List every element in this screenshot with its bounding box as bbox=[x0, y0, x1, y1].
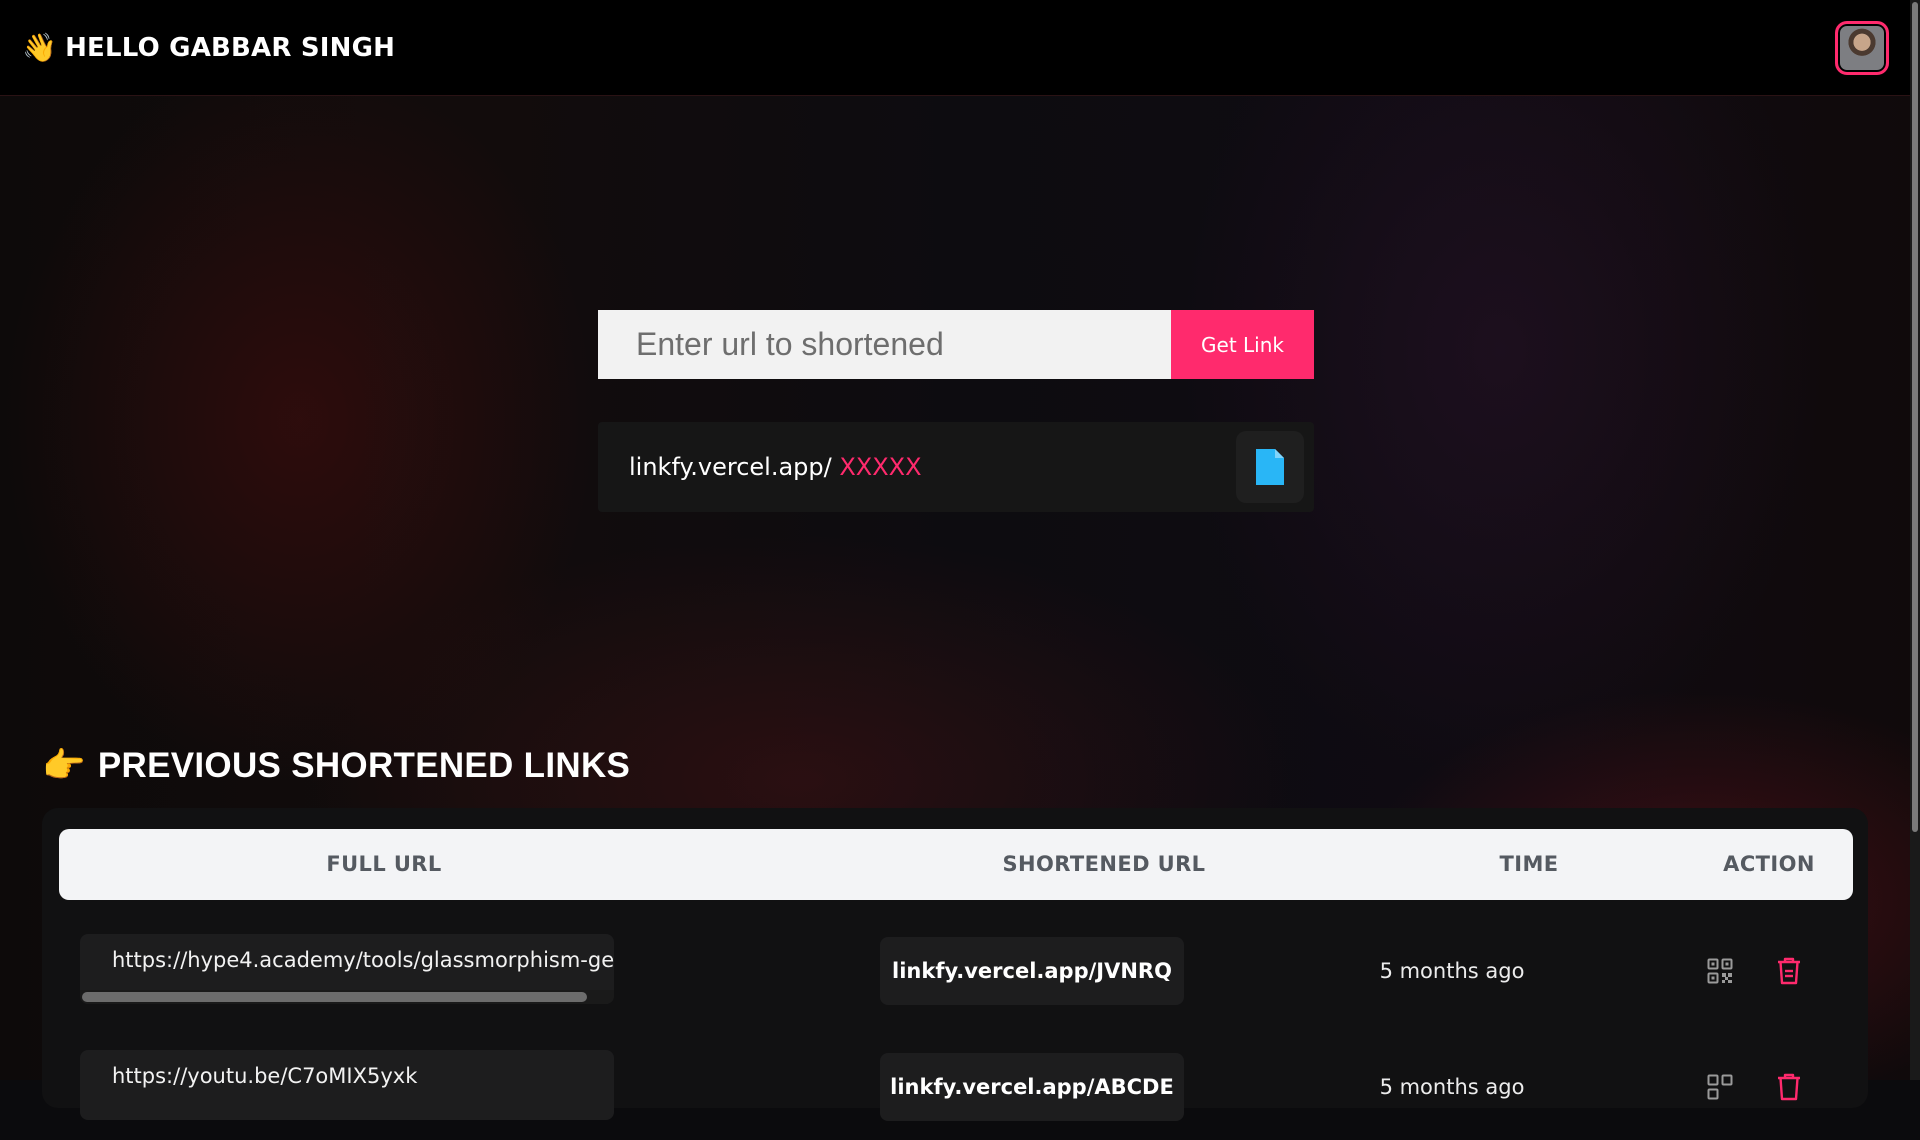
trash-icon[interactable] bbox=[1775, 956, 1803, 986]
short-url-link[interactable]: linkfy.vercel.app/ABCDE bbox=[880, 1053, 1184, 1121]
time-cell: 5 months ago bbox=[1340, 937, 1564, 1005]
result-code: XXXXX bbox=[839, 453, 921, 481]
column-header-action: ACTION bbox=[1689, 829, 1849, 900]
time-cell: 5 months ago bbox=[1340, 1053, 1564, 1121]
table-row: https://youtu.be/C7oMIX5yxk linkfy.verce… bbox=[42, 1050, 1868, 1140]
result-link: linkfy.vercel.app/ XXXXX bbox=[629, 453, 922, 481]
full-url-text: https://hype4.academy/tools/glassmorphis… bbox=[112, 948, 614, 972]
full-url-cell: https://youtu.be/C7oMIX5yxk bbox=[80, 1050, 614, 1120]
full-url-cell: https://hype4.academy/tools/glassmorphis… bbox=[80, 934, 614, 1004]
wave-icon: 👋 bbox=[22, 31, 57, 64]
qr-code-icon[interactable] bbox=[1707, 1074, 1733, 1100]
copy-file-icon bbox=[1254, 447, 1286, 487]
greeting-text: HELLO GABBAR SINGH bbox=[65, 33, 395, 63]
column-header-time: TIME bbox=[1439, 829, 1619, 900]
column-header-shortened-url: SHORTENED URL bbox=[939, 829, 1269, 900]
user-avatar[interactable] bbox=[1835, 21, 1889, 75]
get-link-button[interactable]: Get Link bbox=[1171, 310, 1314, 379]
pointing-hand-icon: 👉 bbox=[42, 745, 86, 786]
copy-button[interactable] bbox=[1236, 431, 1304, 503]
url-input[interactable] bbox=[598, 310, 1171, 379]
greeting: 👋 HELLO GABBAR SINGH bbox=[22, 31, 395, 64]
shortened-result: linkfy.vercel.app/ XXXXX bbox=[598, 422, 1314, 512]
table-row: https://hype4.academy/tools/glassmorphis… bbox=[42, 934, 1868, 1024]
full-url-text: https://youtu.be/C7oMIX5yxk bbox=[112, 1064, 614, 1088]
qr-code-icon[interactable] bbox=[1707, 958, 1733, 984]
links-table: FULL URL SHORTENED URL TIME ACTION https… bbox=[42, 808, 1868, 1108]
result-prefix: linkfy.vercel.app/ bbox=[629, 453, 832, 481]
scrollbar-thumb[interactable] bbox=[82, 992, 587, 1002]
history-title-text: PREVIOUS SHORTENED LINKS bbox=[98, 746, 630, 786]
column-header-full-url: FULL URL bbox=[59, 829, 709, 900]
page-scrollbar[interactable] bbox=[1910, 0, 1920, 1080]
trash-icon[interactable] bbox=[1775, 1072, 1803, 1102]
history-title: 👉 PREVIOUS SHORTENED LINKS bbox=[42, 745, 630, 786]
horizontal-scrollbar[interactable] bbox=[80, 990, 614, 1004]
top-bar: 👋 HELLO GABBAR SINGH bbox=[0, 0, 1920, 96]
table-header: FULL URL SHORTENED URL TIME ACTION bbox=[59, 829, 1853, 900]
shorten-form: Get Link bbox=[598, 310, 1314, 379]
short-url-link[interactable]: linkfy.vercel.app/JVNRQ bbox=[880, 937, 1184, 1005]
page-scrollbar-thumb[interactable] bbox=[1912, 2, 1918, 832]
